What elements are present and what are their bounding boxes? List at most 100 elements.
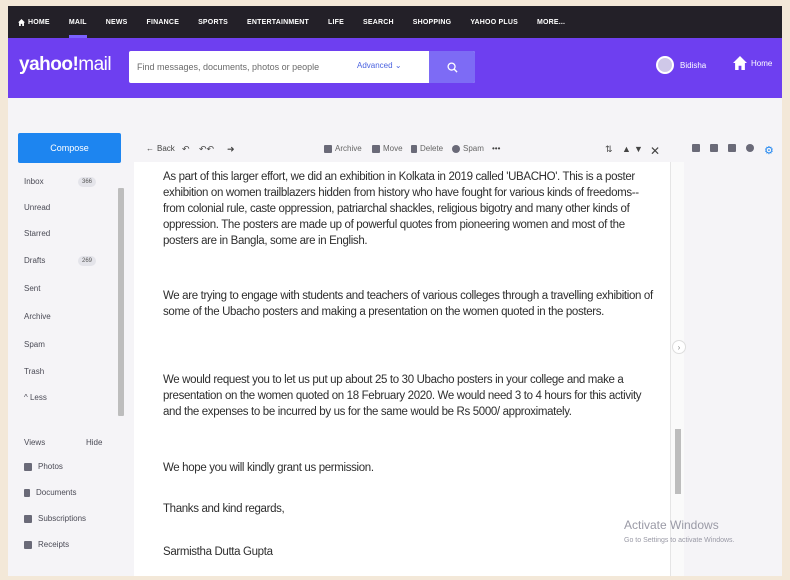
nav-finance[interactable]: FINANCE bbox=[147, 6, 180, 38]
logo-main: yahoo! bbox=[19, 54, 79, 75]
reply-all-button[interactable]: ↶↶ bbox=[199, 144, 214, 155]
caret-down-icon: ▼ bbox=[634, 144, 643, 154]
nav-search[interactable]: SEARCH bbox=[363, 6, 394, 38]
reply-icon: ↶ bbox=[182, 144, 190, 154]
message-signature: Sarmistha Dutta Gupta bbox=[163, 546, 273, 558]
more-actions-button[interactable]: ••• bbox=[492, 144, 500, 153]
sidebar-item-documents[interactable]: Documents bbox=[24, 488, 76, 497]
sidebar-item-less[interactable]: ^ Less bbox=[24, 393, 47, 402]
forward-icon: ➜ bbox=[227, 144, 235, 154]
message-body: As part of this larger effort, we did an… bbox=[150, 162, 670, 576]
sidebar-item-starred[interactable]: Starred bbox=[24, 229, 50, 238]
sidebar-item-subscriptions[interactable]: Subscriptions bbox=[24, 514, 86, 523]
inbox-count-badge: 366 bbox=[78, 177, 97, 187]
archive-button[interactable]: Archive bbox=[324, 144, 362, 153]
close-message-button[interactable]: ✕ bbox=[650, 144, 660, 158]
back-button[interactable]: ← Back bbox=[146, 144, 175, 153]
notepad-icon bbox=[728, 144, 736, 152]
activate-title: Activate Windows bbox=[624, 518, 719, 532]
message-toolbar: ← Back ↶ ↶↶ ➜ Archive Move Delete Spam •… bbox=[134, 98, 782, 162]
sidebar-item-receipts[interactable]: Receipts bbox=[24, 540, 69, 549]
advanced-label: Advanced bbox=[357, 61, 393, 70]
back-label: Back bbox=[157, 144, 175, 153]
subscriptions-icon bbox=[24, 514, 32, 523]
help-icon bbox=[746, 144, 754, 152]
calendar-button[interactable] bbox=[710, 144, 718, 152]
sidebar-item-trash[interactable]: Trash bbox=[24, 367, 44, 376]
collapse-icon: ⇅ bbox=[605, 144, 613, 154]
sidebar: Compose Inbox 366 Unread Starred Drafts … bbox=[8, 98, 134, 576]
nav-yahoo-plus[interactable]: YAHOO PLUS bbox=[470, 6, 518, 38]
sidebar-item-drafts[interactable]: Drafts bbox=[24, 256, 45, 265]
gear-icon: ⚙ bbox=[764, 145, 774, 157]
message-closing: Thanks and kind regards, bbox=[163, 503, 285, 515]
shield-icon bbox=[452, 144, 460, 153]
drafts-count-badge: 269 bbox=[78, 256, 97, 266]
spam-button[interactable]: Spam bbox=[452, 144, 484, 153]
documents-label: Documents bbox=[36, 488, 77, 497]
arrow-left-icon: ← bbox=[146, 144, 154, 153]
nav-news[interactable]: NEWS bbox=[106, 6, 128, 38]
sidebar-item-spam[interactable]: Spam bbox=[24, 340, 45, 349]
sidebar-item-archive[interactable]: Archive bbox=[24, 312, 51, 321]
message-scrollbar-thumb[interactable] bbox=[675, 429, 681, 494]
views-heading: Views bbox=[24, 438, 46, 447]
nav-mail[interactable]: MAIL bbox=[68, 6, 87, 38]
nav-shopping[interactable]: SHOPPING bbox=[413, 6, 452, 38]
message-paragraph: We hope you will kindly grant us permiss… bbox=[163, 462, 374, 474]
home-link[interactable]: Home bbox=[733, 56, 772, 70]
caret-up-icon: ▲ bbox=[622, 144, 631, 154]
chevron-down-icon: ⌄ bbox=[394, 61, 402, 70]
expand-collapse-button[interactable]: ⇅ bbox=[605, 144, 613, 155]
message-paragraph: We are trying to engage with students an… bbox=[163, 290, 653, 318]
message-scrollbar[interactable] bbox=[670, 162, 684, 576]
user-profile[interactable]: Bidisha bbox=[656, 56, 706, 74]
chevron-right-icon[interactable]: › bbox=[672, 340, 686, 354]
nav-entertainment[interactable]: ENTERTAINMENT bbox=[247, 6, 309, 38]
settings-button[interactable]: ⚙ bbox=[764, 144, 774, 157]
yahoo-mail-logo[interactable]: yahoo!mail bbox=[19, 54, 112, 76]
forward-button[interactable]: ➜ bbox=[227, 144, 235, 155]
move-button[interactable]: Move bbox=[372, 144, 403, 153]
sidebar-item-sent[interactable]: Sent bbox=[24, 284, 40, 293]
nav-home[interactable]: HOME bbox=[18, 6, 50, 38]
sidebar-item-inbox[interactable]: Inbox bbox=[24, 177, 44, 186]
hide-views-link[interactable]: Hide bbox=[86, 438, 102, 447]
compose-button[interactable]: Compose bbox=[18, 133, 121, 163]
sidebar-item-photos[interactable]: Photos bbox=[24, 462, 63, 471]
activate-windows-watermark: Activate Windows Go to Settings to activ… bbox=[624, 518, 735, 544]
reply-button[interactable]: ↶ bbox=[182, 144, 190, 155]
sidebar-item-unread[interactable]: Unread bbox=[24, 203, 50, 212]
avatar bbox=[656, 56, 674, 74]
nav-more[interactable]: MORE... bbox=[537, 6, 565, 38]
archive-label: Archive bbox=[335, 144, 362, 153]
folder-icon bbox=[372, 144, 380, 153]
previous-message-button[interactable]: ▲ bbox=[622, 144, 631, 154]
right-rail bbox=[684, 162, 782, 576]
mail-header: yahoo!mail Advanced ⌄ Bidisha Home bbox=[8, 38, 782, 98]
delete-button[interactable]: Delete bbox=[411, 144, 443, 153]
home-icon bbox=[733, 56, 747, 70]
search-button[interactable] bbox=[429, 51, 475, 83]
delete-label: Delete bbox=[420, 144, 444, 153]
message-paragraph: We would request you to let us put up ab… bbox=[163, 374, 642, 418]
receipts-icon bbox=[24, 540, 32, 549]
nav-sports[interactable]: SPORTS bbox=[198, 6, 228, 38]
help-button[interactable] bbox=[746, 144, 754, 152]
documents-icon bbox=[24, 488, 30, 497]
nav-home-label: HOME bbox=[28, 18, 50, 26]
photos-icon bbox=[24, 462, 32, 471]
trash-icon bbox=[411, 144, 417, 153]
contacts-button[interactable] bbox=[692, 144, 700, 152]
photos-label: Photos bbox=[38, 462, 63, 471]
message-paragraph: As part of this larger effort, we did an… bbox=[163, 171, 639, 247]
notepad-button[interactable] bbox=[728, 144, 736, 152]
nav-life[interactable]: LIFE bbox=[328, 6, 344, 38]
next-message-button[interactable]: ▼ bbox=[634, 144, 643, 154]
sidebar-scrollbar[interactable] bbox=[118, 188, 124, 416]
advanced-search-button[interactable]: Advanced ⌄ bbox=[357, 61, 402, 70]
search-bar: Advanced ⌄ bbox=[129, 51, 475, 83]
close-icon: ✕ bbox=[650, 144, 661, 158]
receipts-label: Receipts bbox=[38, 540, 70, 549]
activate-subtitle: Go to Settings to activate Windows. bbox=[624, 537, 735, 544]
